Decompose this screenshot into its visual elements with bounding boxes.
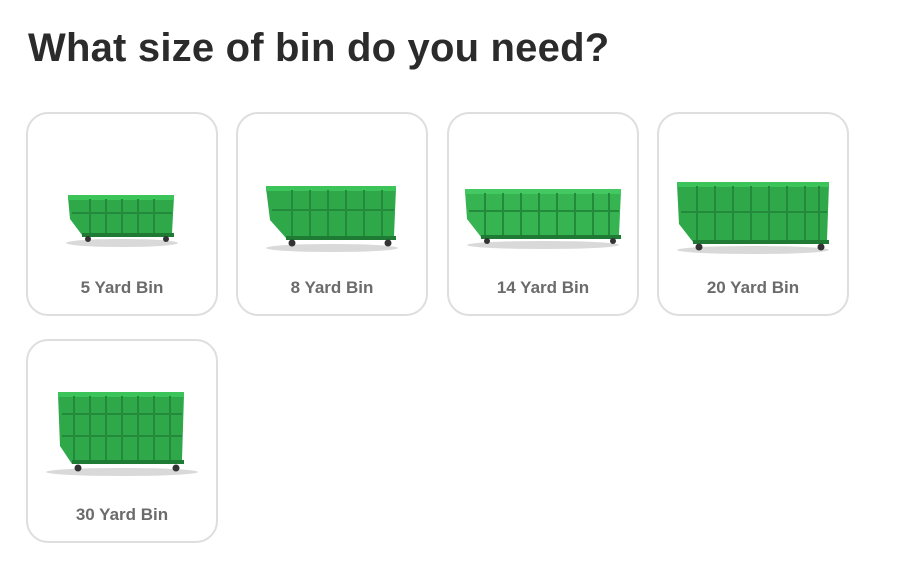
bin-option-14-yard[interactable]: 14 Yard Bin xyxy=(447,112,639,316)
bin-option-label: 30 Yard Bin xyxy=(75,505,169,524)
dumpster-image xyxy=(449,158,637,278)
dumpster-image xyxy=(659,158,847,278)
dumpster-image xyxy=(28,375,216,495)
bin-size-page: What size of bin do you need? 5 Yard Bin xyxy=(0,0,923,577)
bin-option-label: 14 Yard Bin xyxy=(496,278,590,297)
bin-option-label: 8 Yard Bin xyxy=(290,278,374,297)
bin-option-5-yard[interactable]: 5 Yard Bin xyxy=(26,112,218,316)
bin-option-20-yard[interactable]: 20 Yard Bin xyxy=(657,112,849,316)
bin-option-30-yard[interactable]: 30 Yard Bin xyxy=(26,339,218,543)
bin-option-label: 20 Yard Bin xyxy=(706,278,800,297)
page-title: What size of bin do you need? xyxy=(28,26,610,70)
bin-option-8-yard[interactable]: 8 Yard Bin xyxy=(236,112,428,316)
dumpster-image xyxy=(238,158,426,278)
dumpster-image xyxy=(28,158,216,278)
bin-option-label: 5 Yard Bin xyxy=(80,278,164,297)
